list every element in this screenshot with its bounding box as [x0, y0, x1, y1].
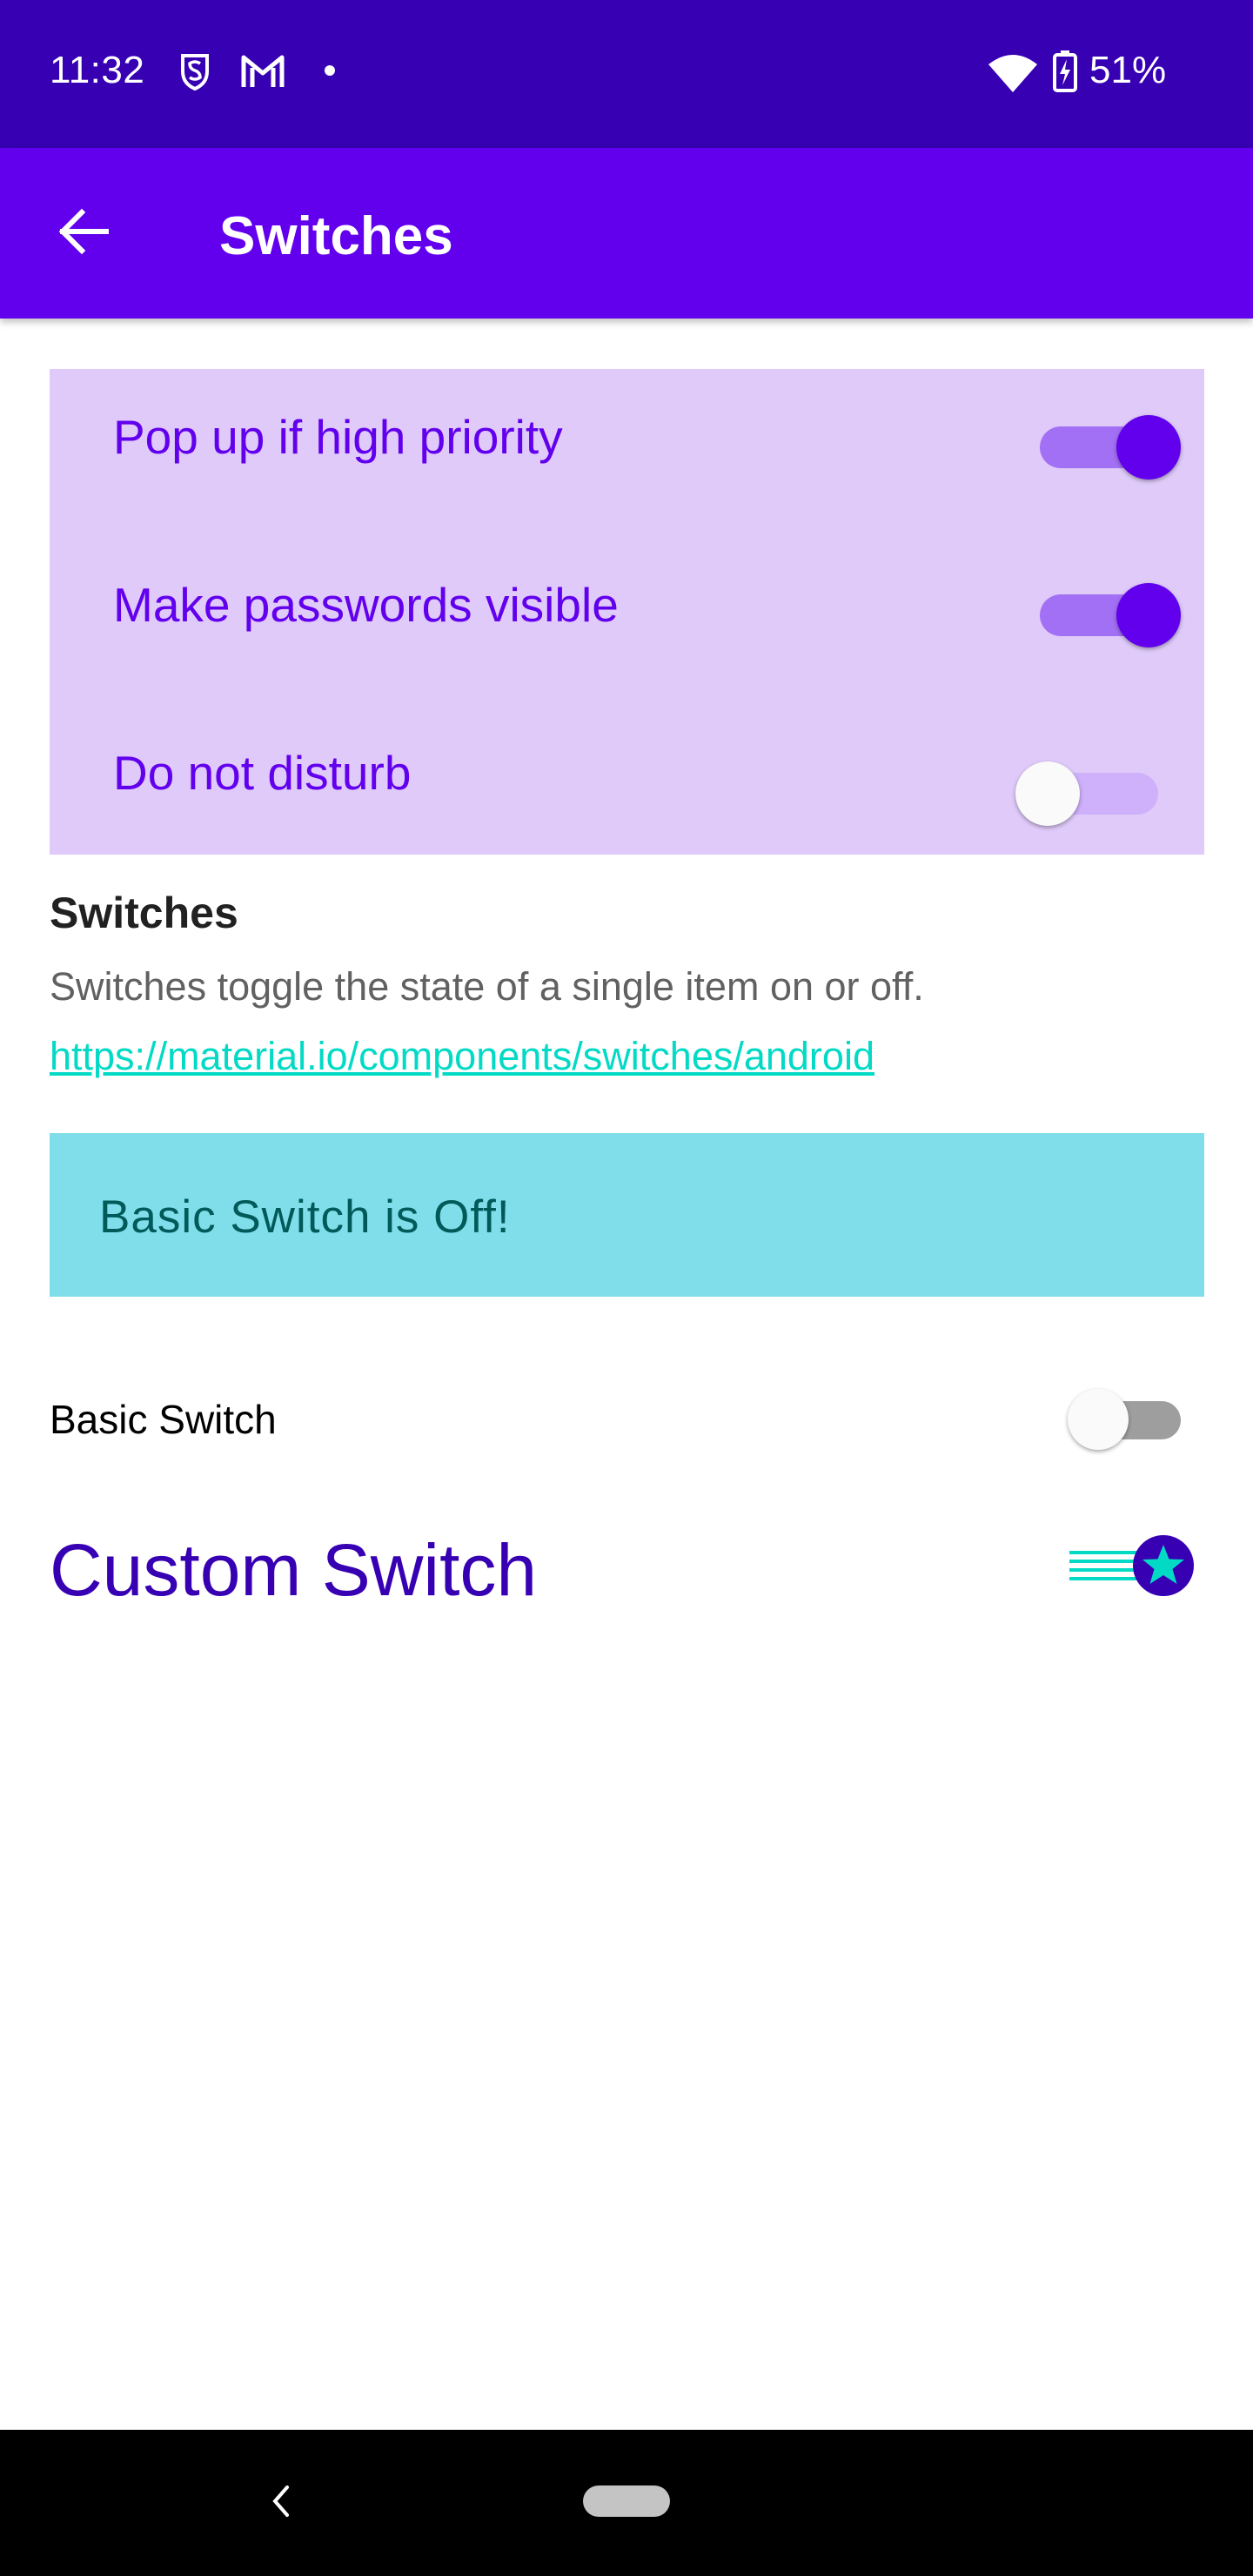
- custom-switch-label: Custom Switch: [50, 1529, 538, 1611]
- setting-row-do-not-disturb[interactable]: Do not disturb: [50, 705, 1204, 835]
- s-shield-icon: [179, 52, 211, 95]
- status-banner-text: Basic Switch is Off!: [99, 1191, 511, 1243]
- docs-link[interactable]: https://material.io/components/switches/…: [50, 1034, 874, 1079]
- switch-thumb: [1116, 583, 1181, 647]
- section-description: Switches toggle the state of a single it…: [50, 964, 924, 1009]
- basic-switch-label: Basic Switch: [50, 1397, 277, 1442]
- basic-switch[interactable]: [1068, 1389, 1198, 1450]
- setting-row-high-priority[interactable]: Pop up if high priority: [50, 369, 1204, 500]
- basic-switch-row[interactable]: Basic Switch: [50, 1372, 1204, 1467]
- settings-panel: Pop up if high priority Make passwords v…: [50, 369, 1204, 855]
- switch-thumb: [1068, 1389, 1129, 1450]
- custom-switch-graphic: [1069, 1535, 1194, 1596]
- nav-back-button[interactable]: [252, 2475, 308, 2531]
- dot-icon: [324, 64, 336, 81]
- status-bar: 11:32 51%: [0, 0, 1253, 148]
- battery-charging-icon: [1053, 50, 1077, 97]
- back-button[interactable]: [42, 191, 125, 275]
- page-title: Switches: [219, 206, 453, 266]
- section-title: Switches: [50, 889, 238, 937]
- custom-switch[interactable]: [1068, 1533, 1207, 1603]
- arrow-back-icon: [57, 208, 110, 258]
- setting-label: Do not disturb: [113, 746, 412, 800]
- nav-back-icon: [270, 2484, 291, 2523]
- setting-label: Make passwords visible: [113, 578, 619, 632]
- custom-switch-row[interactable]: Custom Switch: [50, 1514, 1204, 1627]
- status-banner: Basic Switch is Off!: [50, 1133, 1204, 1297]
- setting-label: Pop up if high priority: [113, 410, 563, 464]
- gmail-icon: [240, 52, 285, 93]
- wifi-icon: [988, 54, 1037, 97]
- switch-thumb: [1116, 415, 1181, 480]
- setting-row-passwords-visible[interactable]: Make passwords visible: [50, 537, 1204, 667]
- navigation-bar: [0, 2430, 1253, 2576]
- battery-percentage: 51%: [1089, 49, 1167, 91]
- high-priority-switch[interactable]: [1015, 404, 1181, 480]
- home-pill-icon[interactable]: [583, 2485, 670, 2517]
- passwords-visible-switch[interactable]: [1015, 572, 1181, 647]
- app-bar: Switches: [0, 148, 1253, 319]
- status-time: 11:32: [50, 49, 145, 91]
- switch-thumb: [1015, 761, 1080, 826]
- do-not-disturb-switch[interactable]: [1015, 750, 1181, 826]
